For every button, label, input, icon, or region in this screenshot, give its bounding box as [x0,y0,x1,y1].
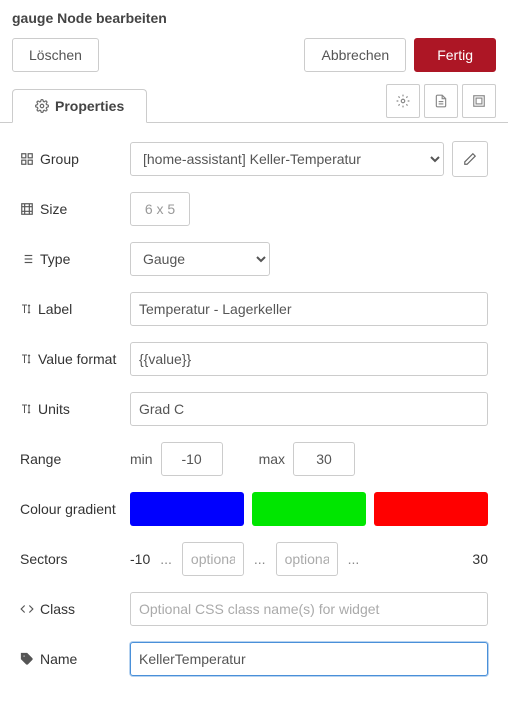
value-format-input[interactable] [130,342,488,376]
layout-icon-button[interactable] [462,84,496,118]
text-height-icon [20,352,32,366]
resize-icon [20,202,34,216]
label-input[interactable] [130,292,488,326]
group-select[interactable]: [home-assistant] Keller-Temperatur [130,142,444,176]
tab-properties[interactable]: Properties [12,89,147,123]
units-label: Units [20,401,130,417]
class-input[interactable] [130,592,488,626]
list-icon [20,252,34,266]
sector-1-input[interactable] [182,542,244,576]
tag-icon [20,652,34,666]
file-icon [434,93,448,109]
sector-2-input[interactable] [276,542,338,576]
range-label: Range [20,451,130,467]
sector-dots: ... [158,551,174,567]
size-picker[interactable]: 6 x 5 [130,192,190,226]
grid-icon [20,152,34,166]
value-format-label: Value format [20,351,130,367]
edit-group-button[interactable] [452,141,488,177]
colour-swatch-2[interactable] [252,492,366,526]
sector-dots: ... [346,551,362,567]
range-max-input[interactable] [293,442,355,476]
settings-icon-button[interactable] [386,84,420,118]
dialog-title: gauge Node bearbeiten [0,0,508,34]
type-select[interactable]: Gauge [130,242,270,276]
label-label: Label [20,301,130,317]
tabs-row: Properties [0,84,508,123]
sector-dots: ... [252,551,268,567]
sectors-start: -10 [130,551,150,567]
tab-properties-label: Properties [55,98,124,114]
code-icon [20,602,34,616]
type-label: Type [20,251,130,267]
range-min-text: min [130,451,153,467]
colour-swatch-3[interactable] [374,492,488,526]
name-input[interactable] [130,642,488,676]
text-height-icon [20,402,32,416]
docs-icon-button[interactable] [424,84,458,118]
button-bar: Löschen Abbrechen Fertig [0,34,508,84]
group-label: Group [20,151,130,167]
form: Group [home-assistant] Keller-Temperatur… [0,123,508,701]
sectors-end: 30 [472,551,488,567]
pencil-icon [463,152,477,166]
units-input[interactable] [130,392,488,426]
gear-icon [35,99,49,113]
colour-gradient-label: Colour gradient [20,501,130,517]
delete-button[interactable]: Löschen [12,38,99,72]
class-label: Class [20,601,130,617]
done-button[interactable]: Fertig [414,38,496,72]
name-label: Name [20,651,130,667]
colour-swatch-1[interactable] [130,492,244,526]
text-height-icon [20,302,32,316]
range-max-text: max [259,451,285,467]
sectors-label: Sectors [20,551,130,567]
layout-icon [472,94,486,108]
size-label: Size [20,201,130,217]
cancel-button[interactable]: Abbrechen [304,38,406,72]
gear-icon [396,94,410,108]
range-min-input[interactable] [161,442,223,476]
